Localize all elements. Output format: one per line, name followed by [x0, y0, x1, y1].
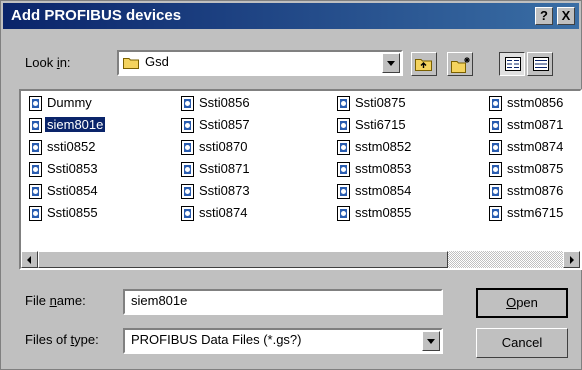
look-in-combo[interactable]: Gsd — [117, 50, 403, 76]
cancel-button[interactable]: Cancel — [476, 328, 568, 358]
file-name: sstm0854 — [355, 183, 412, 198]
new-folder-button[interactable] — [447, 52, 473, 76]
file-name: Dummy — [47, 95, 92, 110]
list-view-icon — [505, 57, 521, 74]
gsd-file-icon — [181, 162, 194, 177]
file-name: Ssti0857 — [199, 117, 250, 132]
details-view-icon — [533, 57, 549, 74]
file-name: Ssti0853 — [47, 161, 98, 176]
gsd-file-icon — [29, 162, 42, 177]
details-view-button[interactable] — [527, 52, 553, 76]
gsd-file-icon — [29, 118, 42, 133]
gsd-file-icon — [181, 96, 194, 111]
title-bar[interactable]: Add PROFIBUS devices ? X — [3, 3, 579, 29]
gsd-file-icon — [337, 96, 350, 111]
file-name: sstm0876 — [507, 183, 564, 198]
gsd-file-icon — [337, 162, 350, 177]
gsd-file-icon — [489, 206, 502, 221]
add-profibus-devices-dialog: Add PROFIBUS devices ? X Look in: Gsd Du… — [0, 0, 582, 370]
file-name: sstm0853 — [355, 161, 412, 176]
chevron-down-icon — [387, 61, 395, 66]
gsd-file-icon — [29, 96, 42, 111]
gsd-file-icon — [489, 184, 502, 199]
scroll-left-button[interactable] — [21, 251, 38, 268]
file-name: ssti0870 — [199, 139, 248, 154]
gsd-file-icon — [181, 206, 194, 221]
file-name: Ssti0856 — [199, 95, 250, 110]
file-name: ssti0852 — [47, 139, 96, 154]
files-of-type-value: PROFIBUS Data Files (*.gs?) — [131, 332, 302, 347]
gsd-file-icon — [337, 206, 350, 221]
file-name: ssti0874 — [199, 205, 248, 220]
gsd-file-icon — [337, 118, 350, 133]
file-name: Ssti0873 — [199, 183, 250, 198]
look-in-value: Gsd — [145, 54, 169, 69]
scroll-right-button[interactable] — [563, 251, 580, 268]
look-in-dropdown-button[interactable] — [382, 53, 400, 73]
gsd-file-icon — [181, 184, 194, 199]
gsd-file-icon — [337, 184, 350, 199]
gsd-file-icon — [181, 140, 194, 155]
file-name-field[interactable]: siem801e — [123, 289, 443, 315]
file-name: sstm0856 — [507, 95, 564, 110]
files-of-type-combo[interactable]: PROFIBUS Data Files (*.gs?) — [123, 328, 443, 354]
gsd-file-icon — [29, 206, 42, 221]
gsd-file-icon — [29, 184, 42, 199]
gsd-file-icon — [489, 162, 502, 177]
close-button[interactable]: X — [557, 7, 575, 25]
file-name: Ssti0875 — [355, 95, 406, 110]
file-name: sstm0855 — [355, 205, 412, 220]
open-button[interactable]: Open — [476, 288, 568, 318]
file-name: sstm0874 — [507, 139, 564, 154]
file-name: Ssti0854 — [47, 183, 98, 198]
help-button[interactable]: ? — [535, 7, 553, 25]
file-list[interactable]: Dummy siem801e ssti0852 Ssti0853 Ssti0854 Sst… — [19, 89, 582, 270]
up-folder-icon — [415, 56, 433, 75]
new-folder-icon — [451, 56, 471, 76]
scroll-track[interactable] — [38, 251, 563, 268]
gsd-file-icon — [489, 96, 502, 111]
dialog-title: Add PROFIBUS devices — [11, 7, 182, 24]
gsd-file-icon — [337, 140, 350, 155]
gsd-file-icon — [489, 118, 502, 133]
look-in-label: Look in: — [25, 55, 71, 70]
file-name-value: siem801e — [131, 293, 188, 308]
gsd-file-icon — [181, 118, 194, 133]
arrow-left-icon — [27, 256, 31, 264]
file-name: sstm0875 — [507, 161, 564, 176]
chevron-down-icon — [427, 339, 435, 344]
files-of-type-label: Files of type: — [25, 332, 99, 347]
file-name: sstm6715 — [507, 205, 564, 220]
gsd-file-icon — [489, 140, 502, 155]
file-name: Ssti0871 — [199, 161, 250, 176]
file-name: sstm0852 — [355, 139, 412, 154]
horizontal-scrollbar[interactable] — [21, 251, 580, 268]
scroll-thumb[interactable] — [38, 251, 448, 268]
file-name: Ssti6715 — [355, 117, 406, 132]
file-name: siem801e — [43, 116, 107, 133]
file-name: Ssti0855 — [47, 205, 98, 220]
files-of-type-dropdown-button[interactable] — [422, 331, 440, 351]
file-name-label: File name: — [25, 293, 86, 308]
arrow-right-icon — [570, 256, 574, 264]
file-name: sstm0871 — [507, 117, 564, 132]
list-view-button[interactable] — [499, 52, 525, 76]
up-folder-button[interactable] — [411, 52, 437, 76]
folder-icon — [123, 56, 139, 69]
gsd-file-icon — [29, 140, 42, 155]
